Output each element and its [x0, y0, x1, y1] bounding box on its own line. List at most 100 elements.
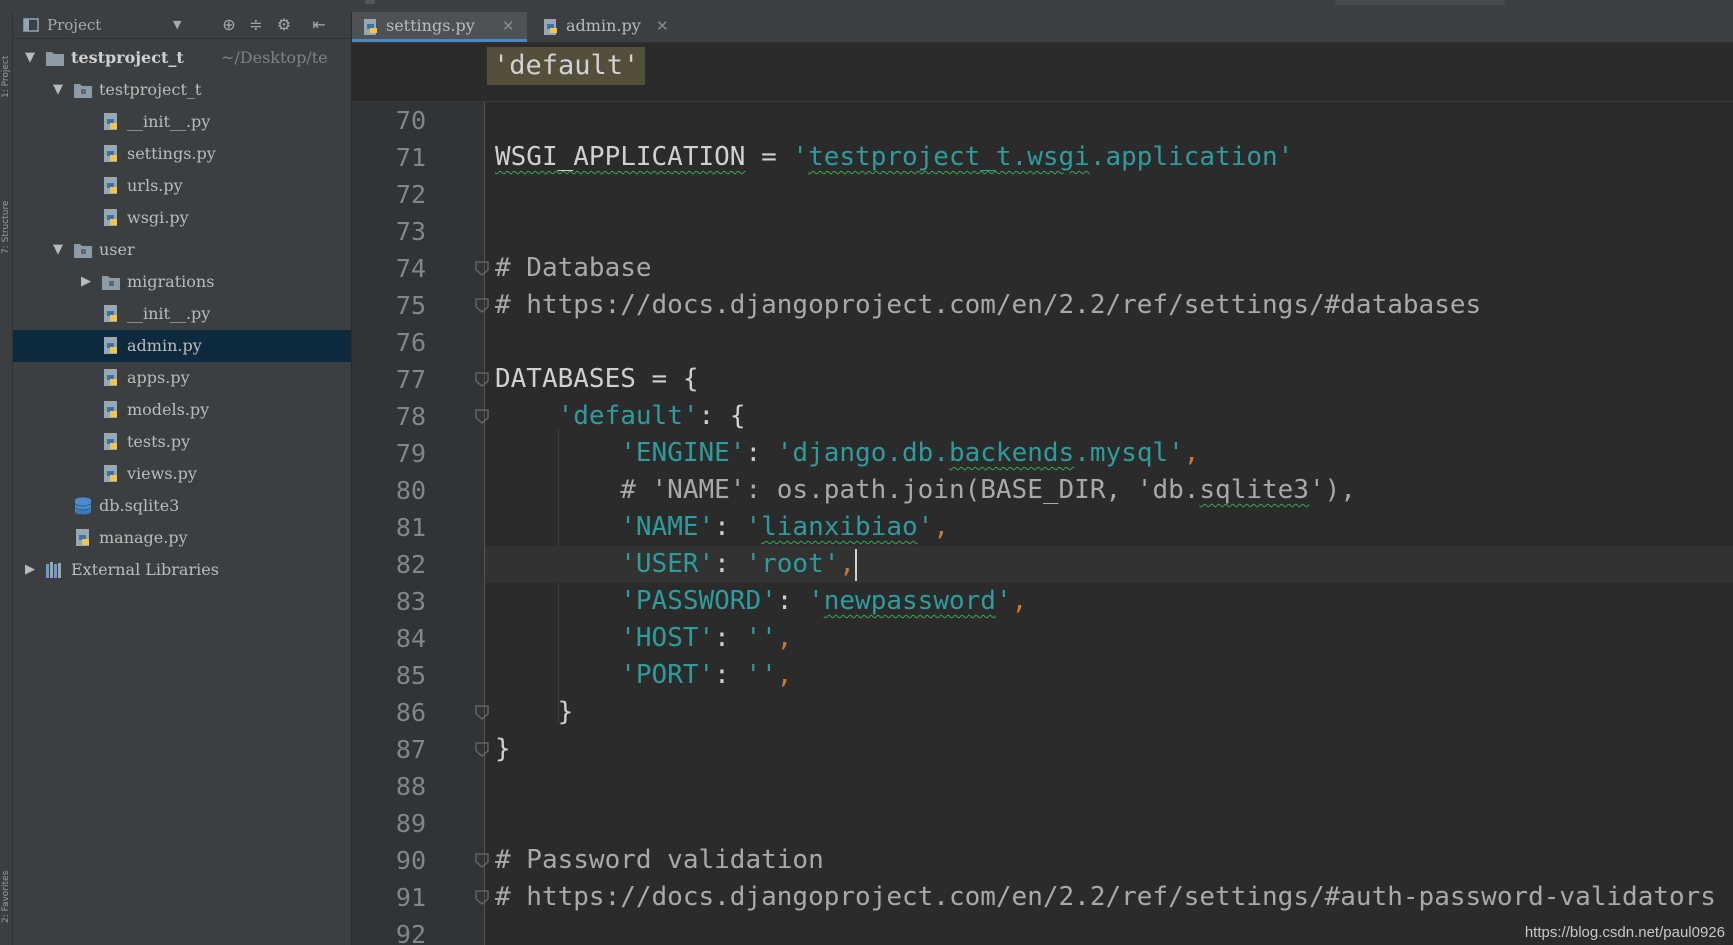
- tab-label: settings.py: [386, 16, 475, 35]
- code-token: 'PASSWORD': [620, 586, 777, 616]
- code-line[interactable]: WSGI_APPLICATION = 'testproject_t.wsgi.a…: [495, 139, 1293, 176]
- collapsed-arrow-icon[interactable]: ▶: [23, 554, 37, 586]
- python-file-icon: [104, 209, 117, 226]
- close-icon[interactable]: ✕: [502, 12, 515, 40]
- line-number: 87: [395, 735, 426, 764]
- code-line[interactable]: # https://docs.djangoproject.com/en/2.2/…: [495, 879, 1716, 916]
- tree-item[interactable]: __init__.py: [13, 298, 351, 330]
- tree-item[interactable]: tests.py: [13, 426, 351, 458]
- code-token: 'NAME': [620, 512, 715, 542]
- code-area[interactable]: WSGI_APPLICATION = 'testproject_t.wsgi.a…: [485, 102, 1733, 945]
- search-box-fragment: [1335, 0, 1505, 5]
- tree-item[interactable]: settings.py: [13, 138, 351, 170]
- tree-item-label: models.py: [127, 400, 210, 419]
- code-line[interactable]: 'PASSWORD': 'newpassword',: [495, 583, 1027, 620]
- code-token: # https://docs.djangoproject.com/en/2.2/…: [495, 290, 1482, 320]
- tree-item-label: wsgi.py: [127, 208, 189, 227]
- tree-item[interactable]: apps.py: [13, 362, 351, 394]
- locate-icon[interactable]: ⊕: [220, 16, 238, 34]
- code-line[interactable]: 'NAME': 'lianxibiao',: [495, 509, 949, 546]
- line-number: 84: [395, 624, 426, 653]
- package-icon: [102, 276, 120, 290]
- tree-item[interactable]: admin.py: [13, 330, 351, 362]
- collapsed-arrow-icon[interactable]: ▶: [79, 266, 93, 298]
- breadcrumb-bar: 'default': [352, 43, 1733, 102]
- tab-admin-py[interactable]: admin.py ✕: [532, 12, 682, 42]
- tree-item-label: db.sqlite3: [99, 496, 180, 515]
- python-file-icon: [364, 19, 377, 35]
- code-token: 'HOST': [620, 623, 715, 653]
- code-token: :: [714, 549, 746, 579]
- code-token: }: [495, 734, 511, 764]
- line-number: 71: [395, 143, 426, 172]
- project-tool-button[interactable]: 1: Project: [0, 22, 12, 132]
- expanded-arrow-icon[interactable]: ▼: [23, 42, 37, 74]
- code-line[interactable]: }: [495, 694, 574, 731]
- code-token: :: [714, 660, 746, 690]
- line-number: 86: [395, 698, 426, 727]
- project-tree: ▼ testproject_t ~/Desktop/te ▼ testproject_t…: [13, 42, 351, 586]
- tree-item-label: __init__.py: [127, 304, 211, 323]
- structure-tool-button[interactable]: 7: Structure: [0, 172, 12, 282]
- tree-item[interactable]: ▼ user: [13, 234, 351, 266]
- python-file-icon: [104, 305, 117, 322]
- code-line[interactable]: 'USER': 'root',: [495, 546, 855, 583]
- tree-item[interactable]: urls.py: [13, 170, 351, 202]
- code-token: ': [792, 142, 809, 172]
- project-view-selector[interactable]: Project: [47, 16, 101, 34]
- code-line[interactable]: 'default': {: [495, 398, 746, 435]
- line-number: 72: [395, 180, 426, 209]
- code-line[interactable]: # Password validation: [495, 842, 824, 879]
- breadcrumb[interactable]: 'default': [487, 47, 646, 85]
- code-line[interactable]: 'PORT': '',: [495, 657, 792, 694]
- tree-item-label: External Libraries: [71, 560, 219, 579]
- code-token: 'ENGINE': [620, 438, 746, 468]
- tree-item[interactable]: ▼ testproject_t ~/Desktop/te: [13, 42, 351, 74]
- project-view-icon: [23, 18, 39, 32]
- tab-settings-py[interactable]: settings.py ✕: [352, 12, 527, 42]
- python-file-icon: [104, 337, 117, 354]
- code-token: 'PORT': [620, 660, 715, 690]
- tab-label: admin.py: [566, 16, 641, 35]
- code-token: sqlite3: [1199, 475, 1309, 505]
- code-token: backends: [948, 438, 1075, 468]
- code-token: '': [745, 660, 777, 690]
- close-icon[interactable]: ✕: [656, 12, 669, 40]
- tree-item[interactable]: views.py: [13, 458, 351, 490]
- code-line[interactable]: }: [495, 731, 511, 768]
- tree-item-label: testproject_t: [71, 48, 184, 67]
- tree-item-label: manage.py: [99, 528, 188, 547]
- package-icon: [74, 84, 92, 98]
- tree-item[interactable]: wsgi.py: [13, 202, 351, 234]
- code-line[interactable]: # 'NAME': os.path.join(BASE_DIR, 'db.sql…: [495, 472, 1356, 509]
- line-number: 70: [395, 106, 426, 135]
- code-line[interactable]: DATABASES = {: [495, 361, 699, 398]
- tree-item[interactable]: manage.py: [13, 522, 351, 554]
- hide-panel-icon[interactable]: ⇤: [310, 16, 328, 34]
- tree-item-label: testproject_t: [99, 80, 202, 99]
- ide-window: 1: Project 7: Structure 2: Favorites Pro…: [0, 0, 1733, 945]
- code-token: ': [917, 512, 934, 542]
- tree-item[interactable]: models.py: [13, 394, 351, 426]
- tree-item[interactable]: db.sqlite3: [13, 490, 351, 522]
- triangle-down-icon[interactable]: ▼: [173, 18, 181, 31]
- tree-item-label: migrations: [127, 272, 215, 291]
- code-line[interactable]: 'ENGINE': 'django.db.backends.mysql',: [495, 435, 1199, 472]
- gear-icon[interactable]: ⚙: [275, 16, 293, 34]
- tree-item[interactable]: ▶ migrations: [13, 266, 351, 298]
- expanded-arrow-icon[interactable]: ▼: [51, 74, 65, 106]
- collapse-all-icon[interactable]: ≑: [247, 16, 265, 34]
- code-line[interactable]: # Database: [495, 250, 652, 287]
- tree-item[interactable]: __init__.py: [13, 106, 351, 138]
- code-line[interactable]: # https://docs.djangoproject.com/en/2.2/…: [495, 287, 1481, 324]
- tree-item[interactable]: ▶ External Libraries: [13, 554, 351, 586]
- python-file-icon: [104, 369, 117, 386]
- text-caret: [854, 549, 857, 581]
- favorites-tool-button[interactable]: 2: Favorites: [0, 852, 12, 942]
- code-token: # 'NAME': os.path.join(BASE_DIR, 'db.: [495, 475, 1200, 505]
- tree-item[interactable]: ▼ testproject_t: [13, 74, 351, 106]
- code-line[interactable]: 'HOST': '',: [495, 620, 792, 657]
- expanded-arrow-icon[interactable]: ▼: [51, 234, 65, 266]
